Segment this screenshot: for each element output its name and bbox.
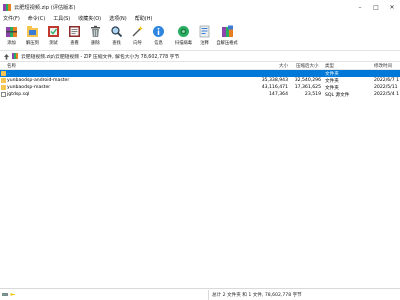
test-icon [47, 25, 60, 38]
maximize-icon: □ [373, 3, 379, 11]
menu-commands[interactable]: 命令(C) [28, 15, 45, 22]
minimize-icon: – [358, 3, 362, 11]
virus-scan-label: 扫描病毒 [174, 41, 193, 46]
view-button[interactable]: 查看 [64, 23, 85, 50]
file-modified: 2022/5/4 1 [374, 92, 400, 97]
extract-to-button[interactable]: 解压到 [22, 23, 43, 50]
file-name: yunbaodsp-android-master [7, 78, 70, 83]
column-type[interactable]: 类型 [325, 63, 334, 69]
wizard-button[interactable]: 向导 [127, 23, 148, 50]
zip-archive-icon [12, 53, 18, 59]
title-bar: 云肥短视频.zip (评估版本) – □ ✕ [0, 0, 400, 14]
window-title: 云肥短视频.zip (评估版本) [14, 4, 76, 11]
virus-scan-icon [177, 25, 190, 38]
file-packed-size: 23,519 [304, 92, 321, 97]
close-icon: ✕ [389, 3, 395, 11]
file-name: jgtdsp.sql [7, 92, 30, 97]
status-summary: 总计 2 文件夹 和 1 文件, 78,602,778 字节 [212, 293, 302, 298]
winrar-app-icon [3, 3, 11, 11]
file-list: 名称 大小 压缩后大小 类型 修改时间 .. 文件夹 yunbaodsp-and… [0, 62, 400, 288]
add-label: 添加 [7, 41, 16, 46]
close-button[interactable]: ✕ [384, 0, 400, 14]
sql-file-icon [1, 92, 6, 97]
maximize-button[interactable]: □ [368, 0, 384, 14]
column-modified[interactable]: 修改时间 [374, 63, 392, 69]
file-name: yunbaodsp-master [7, 85, 51, 90]
delete-icon [89, 25, 102, 38]
extract-to-icon [26, 25, 39, 38]
archive-path: 云肥短视频.zip\云肥短视频 - ZIP 压缩文件, 解包大小为 78,602… [21, 54, 180, 60]
info-button[interactable]: 信息 [148, 23, 169, 50]
key-icon [10, 293, 15, 296]
wizard-icon [131, 25, 144, 38]
info-label: 信息 [154, 41, 163, 46]
menu-file[interactable]: 文件(F) [3, 15, 20, 22]
minimize-button[interactable]: – [352, 0, 368, 14]
file-packed-size: 17,361,625 [294, 85, 321, 90]
delete-button[interactable]: 删除 [85, 23, 106, 50]
menu-tools[interactable]: 工具(S) [53, 15, 70, 22]
file-packed-size: 32,540,296 [294, 78, 321, 83]
sfx-button[interactable]: 自解压格式 [215, 23, 239, 50]
sfx-icon [221, 25, 234, 38]
column-size[interactable]: 大小 [250, 63, 288, 69]
menu-bar: 文件(F) 命令(C) 工具(S) 收藏夹(O) 选项(N) 帮助(H) [0, 14, 400, 23]
extract-to-label: 解压到 [26, 41, 39, 46]
file-modified: 2022/5/11 [374, 85, 398, 90]
list-item[interactable]: yunbaodsp-android-master 35,338,943 32,5… [0, 77, 400, 84]
list-item[interactable]: yunbaodsp-master 43,116,471 17,361,625 文… [0, 84, 400, 91]
column-name[interactable]: 名称 [7, 63, 16, 69]
sfx-label: 自解压格式 [216, 41, 238, 46]
status-bar: 总计 2 文件夹 和 1 文件, 78,602,778 字节 [0, 288, 400, 300]
menu-options[interactable]: 选项(N) [109, 15, 127, 22]
file-name: .. [7, 71, 10, 76]
virus-scan-button[interactable]: 扫描病毒 [173, 23, 194, 50]
file-type: SQL 源文件 [325, 93, 350, 98]
folder-icon [1, 85, 6, 90]
list-header: 名称 大小 压缩后大小 类型 修改时间 [0, 62, 400, 70]
up-one-level-button[interactable] [2, 52, 10, 60]
find-button[interactable]: 查找 [106, 23, 127, 50]
comment-label: 注释 [200, 41, 209, 46]
menu-favorites[interactable]: 收藏夹(O) [78, 15, 101, 22]
comment-button[interactable]: 注释 [194, 23, 215, 50]
delete-label: 删除 [91, 41, 100, 46]
up-arrow-icon [3, 53, 9, 59]
find-icon [110, 25, 123, 38]
address-bar: 云肥短视频.zip\云肥短视频 - ZIP 压缩文件, 解包大小为 78,602… [0, 50, 400, 62]
add-button[interactable]: 添加 [1, 23, 22, 50]
comment-icon [198, 25, 211, 38]
file-modified: 2022/6/7 1 [374, 78, 400, 83]
find-label: 查找 [112, 41, 121, 46]
test-label: 测试 [49, 41, 58, 46]
toolbar: 添加 解压到 测试 查看 删除 查找 向导 信息 扫描病毒 注释 自解压格式 [0, 23, 400, 50]
menu-help[interactable]: 帮助(H) [135, 15, 153, 22]
info-icon [152, 25, 165, 38]
add-archive-icon [5, 25, 18, 38]
view-icon [68, 25, 81, 38]
status-drive-area[interactable] [2, 292, 15, 297]
list-item-parent-folder[interactable]: .. 文件夹 [0, 70, 400, 77]
column-packed-size[interactable]: 压缩后大小 [296, 63, 319, 69]
wizard-label: 向导 [133, 41, 142, 46]
drive-icon [2, 293, 8, 296]
list-item[interactable]: jgtdsp.sql 147,364 23,519 SQL 源文件 2022/5… [0, 91, 400, 98]
view-label: 查看 [70, 41, 79, 46]
parent-folder-icon [1, 71, 6, 76]
folder-icon [1, 78, 6, 83]
test-button[interactable]: 测试 [43, 23, 64, 50]
